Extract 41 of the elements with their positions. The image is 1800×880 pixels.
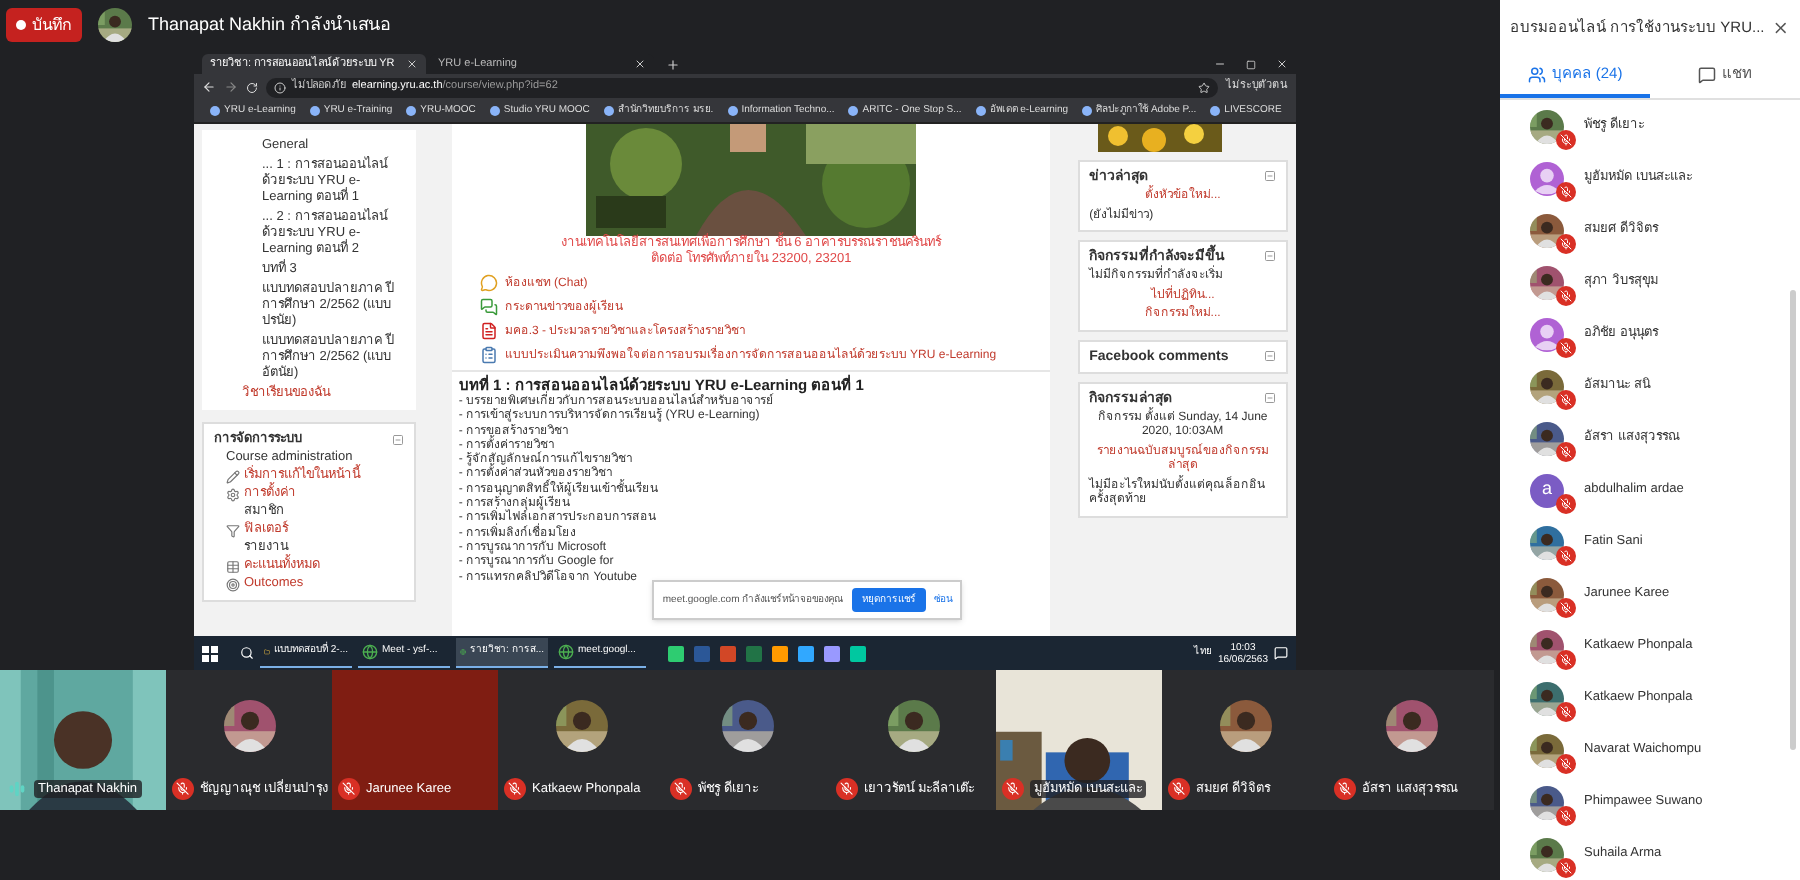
forum-icon [480,298,499,316]
chat-icon [1698,65,1716,83]
clipboard-icon [480,346,499,364]
new-tab-icon[interactable] [666,58,680,72]
browser-icon [460,644,467,660]
close-icon[interactable] [1772,17,1790,37]
collapse-icon[interactable] [1264,170,1276,182]
reload-icon[interactable] [246,81,258,93]
table-icon [226,559,240,573]
pdf-icon [480,322,499,340]
maximize-icon[interactable] [1246,60,1256,70]
folder-icon [264,644,270,660]
avatar-icon [1530,161,1564,195]
back-icon[interactable] [202,80,216,94]
target-icon [226,577,240,591]
avatar-letter: a [1530,473,1564,507]
browser-icon [362,644,378,660]
minimize-icon[interactable] [1214,58,1226,70]
collapse-icon[interactable] [1264,250,1276,262]
pencil-icon [226,469,240,483]
collapse-icon[interactable] [1264,349,1276,361]
settings-icon [226,487,240,501]
filter-icon [226,523,240,537]
info-icon [274,81,286,93]
collapse-icon[interactable] [392,434,405,446]
presenter-label: Thanapat Nakhin กำลังนำเสนอ [148,11,391,38]
forward-icon[interactable] [224,80,238,94]
windows-logo-icon[interactable] [202,645,218,661]
search-icon[interactable] [240,646,254,660]
close-icon[interactable] [406,58,418,70]
close-icon[interactable] [1276,58,1288,70]
notification-icon[interactable] [1274,646,1288,660]
scrollbar[interactable] [1790,290,1796,750]
collapse-icon[interactable] [1264,391,1276,403]
chat-icon [480,274,499,292]
recording-badge: บันทึก [6,8,82,42]
avatar-icon [1530,317,1564,351]
close-icon[interactable] [634,58,646,70]
people-icon [1527,65,1546,83]
browser-icon [558,644,574,660]
bookmark-star-icon[interactable] [1198,81,1210,93]
